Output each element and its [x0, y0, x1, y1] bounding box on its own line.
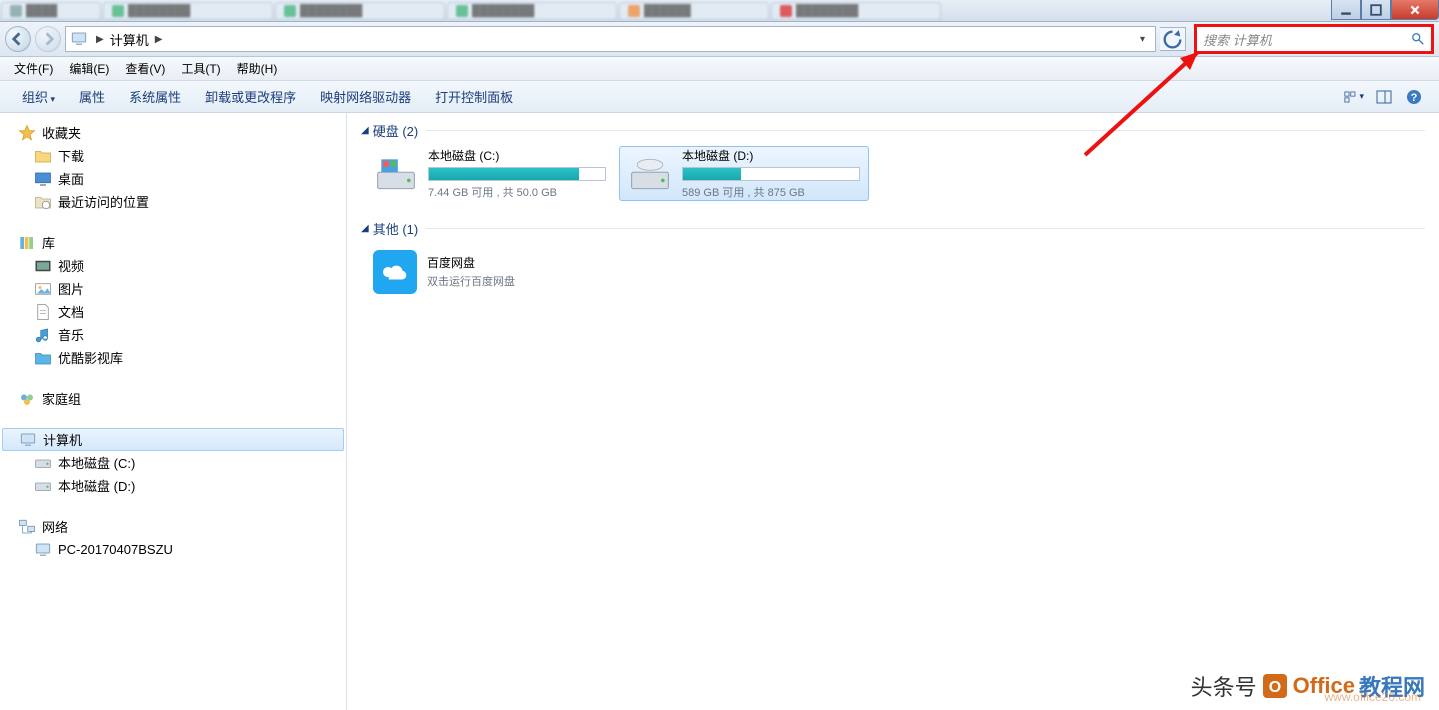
sidebar-item-recent[interactable]: 最近访问的位置	[0, 190, 346, 213]
watermark-url: www.office26.com	[1325, 690, 1422, 704]
system-properties-button[interactable]: 系统属性	[117, 83, 193, 110]
menu-view[interactable]: 查看(V)	[119, 58, 171, 79]
navigation-pane: 收藏夹 下载 桌面 最近访问的位置 库 视频 图片 文档 音乐 优酷影视库 家庭…	[0, 113, 347, 710]
group-body-hdd: 本地磁盘 (C:) 7.44 GB 可用 , 共 50.0 GB 本地磁盘 (D…	[361, 146, 1425, 201]
music-icon	[34, 326, 52, 344]
preview-pane-button[interactable]	[1373, 86, 1395, 108]
star-icon	[18, 124, 36, 142]
library-icon	[18, 234, 36, 252]
view-options-button[interactable]: ▾	[1343, 86, 1365, 108]
sidebar-item-youku[interactable]: 优酷影视库	[0, 346, 346, 369]
group-header-hdd[interactable]: ◢硬盘 (2)	[361, 121, 1425, 140]
baidu-cloud-icon	[373, 250, 417, 294]
logo-icon: O	[1261, 672, 1289, 700]
minimize-button[interactable]	[1331, 0, 1361, 20]
picture-icon	[34, 280, 52, 298]
navigation-bar: ▶ 计算机 ▶ ▾ 搜索 计算机	[0, 22, 1439, 57]
tab[interactable]: ████	[1, 2, 101, 20]
sidebar-item-desktop[interactable]: 桌面	[0, 167, 346, 190]
homegroup-icon	[18, 390, 36, 408]
sidebar-network[interactable]: 网络	[0, 515, 346, 538]
computer-icon	[34, 541, 52, 559]
search-placeholder: 搜索 计算机	[1203, 30, 1411, 49]
sidebar-computer[interactable]: 计算机	[2, 428, 344, 451]
menu-bar: 文件(F) 编辑(E) 查看(V) 工具(T) 帮助(H)	[0, 57, 1439, 81]
computer-icon	[19, 431, 37, 449]
sidebar-item-downloads[interactable]: 下载	[0, 144, 346, 167]
sidebar-libraries[interactable]: 库	[0, 231, 346, 254]
recent-icon	[34, 193, 52, 211]
address-bar[interactable]: ▶ 计算机 ▶ ▾	[65, 26, 1156, 52]
menu-edit[interactable]: 编辑(E)	[63, 58, 115, 79]
other-tile-baidupan[interactable]: 百度网盘 双击运行百度网盘	[365, 244, 615, 299]
refresh-button[interactable]	[1160, 27, 1186, 51]
menu-help[interactable]: 帮助(H)	[231, 58, 284, 79]
folder-icon	[34, 147, 52, 165]
folder-icon	[34, 349, 52, 367]
sidebar-item-drive-c[interactable]: 本地磁盘 (C:)	[0, 451, 346, 474]
svg-text:?: ?	[1411, 92, 1418, 104]
close-button[interactable]	[1391, 0, 1439, 20]
drive-name: 本地磁盘 (C:)	[428, 147, 606, 164]
back-button[interactable]	[5, 26, 31, 52]
other-subtitle: 双击运行百度网盘	[427, 273, 515, 289]
breadcrumb-segment[interactable]: 计算机	[106, 30, 153, 49]
explorer-body: 收藏夹 下载 桌面 最近访问的位置 库 视频 图片 文档 音乐 优酷影视库 家庭…	[0, 113, 1439, 710]
tab[interactable]: ████████	[275, 2, 445, 20]
tab[interactable]: ████████	[103, 2, 273, 20]
menu-file[interactable]: 文件(F)	[8, 58, 59, 79]
chevron-right-icon[interactable]: ▶	[94, 34, 106, 45]
drive-icon	[34, 454, 52, 472]
sidebar-item-documents[interactable]: 文档	[0, 300, 346, 323]
drive-tile-d[interactable]: 本地磁盘 (D:) 589 GB 可用 , 共 875 GB	[619, 146, 869, 201]
control-panel-button[interactable]: 打开控制面板	[423, 83, 525, 110]
desktop-icon	[34, 170, 52, 188]
search-icon	[1411, 32, 1425, 46]
computer-icon	[70, 30, 88, 48]
drive-icon	[628, 152, 672, 196]
drive-space-label: 589 GB 可用 , 共 875 GB	[682, 184, 860, 200]
tab[interactable]: ██████	[619, 2, 769, 20]
drive-tile-c[interactable]: 本地磁盘 (C:) 7.44 GB 可用 , 共 50.0 GB	[365, 146, 615, 201]
command-bar: 组织 属性 系统属性 卸载或更改程序 映射网络驱动器 打开控制面板 ▾ ?	[0, 81, 1439, 113]
forward-button[interactable]	[35, 26, 61, 52]
group-body-other: 百度网盘 双击运行百度网盘	[361, 244, 1425, 299]
content-pane: ◢硬盘 (2) 本地磁盘 (C:) 7.44 GB 可用 , 共 50.0 GB…	[347, 113, 1439, 710]
sidebar-favorites[interactable]: 收藏夹	[0, 121, 346, 144]
drive-capacity-bar	[428, 167, 606, 181]
sidebar-item-music[interactable]: 音乐	[0, 323, 346, 346]
sidebar-item-drive-d[interactable]: 本地磁盘 (D:)	[0, 474, 346, 497]
menu-tools[interactable]: 工具(T)	[175, 58, 226, 79]
organize-button[interactable]: 组织	[10, 83, 67, 110]
search-input[interactable]: 搜索 计算机	[1194, 24, 1434, 54]
drive-capacity-bar	[682, 167, 860, 181]
group-header-other[interactable]: ◢其他 (1)	[361, 219, 1425, 238]
drive-space-label: 7.44 GB 可用 , 共 50.0 GB	[428, 184, 606, 200]
other-name: 百度网盘	[427, 254, 515, 271]
drive-icon	[374, 152, 418, 196]
properties-button[interactable]: 属性	[67, 83, 117, 110]
drive-name: 本地磁盘 (D:)	[682, 147, 860, 164]
video-icon	[34, 257, 52, 275]
help-button[interactable]: ?	[1403, 86, 1425, 108]
address-dropdown-icon[interactable]: ▾	[1134, 34, 1151, 45]
document-icon	[34, 303, 52, 321]
drive-icon	[34, 477, 52, 495]
browser-tabs: ████ ████████ ████████ ████████ ██████ █…	[0, 0, 1439, 21]
tab[interactable]: ████████	[771, 2, 941, 20]
titlebar: ████ ████████ ████████ ████████ ██████ █…	[0, 0, 1439, 22]
maximize-button[interactable]	[1361, 0, 1391, 20]
sidebar-homegroup[interactable]: 家庭组	[0, 387, 346, 410]
map-drive-button[interactable]: 映射网络驱动器	[308, 83, 423, 110]
network-icon	[18, 518, 36, 536]
sidebar-item-pictures[interactable]: 图片	[0, 277, 346, 300]
svg-text:O: O	[1268, 679, 1280, 696]
sidebar-item-networkpc[interactable]: PC-20170407BSZU	[0, 538, 346, 561]
window-controls	[1331, 0, 1439, 20]
tab[interactable]: ████████	[447, 2, 617, 20]
chevron-right-icon[interactable]: ▶	[153, 34, 165, 45]
uninstall-button[interactable]: 卸载或更改程序	[193, 83, 308, 110]
sidebar-item-videos[interactable]: 视频	[0, 254, 346, 277]
